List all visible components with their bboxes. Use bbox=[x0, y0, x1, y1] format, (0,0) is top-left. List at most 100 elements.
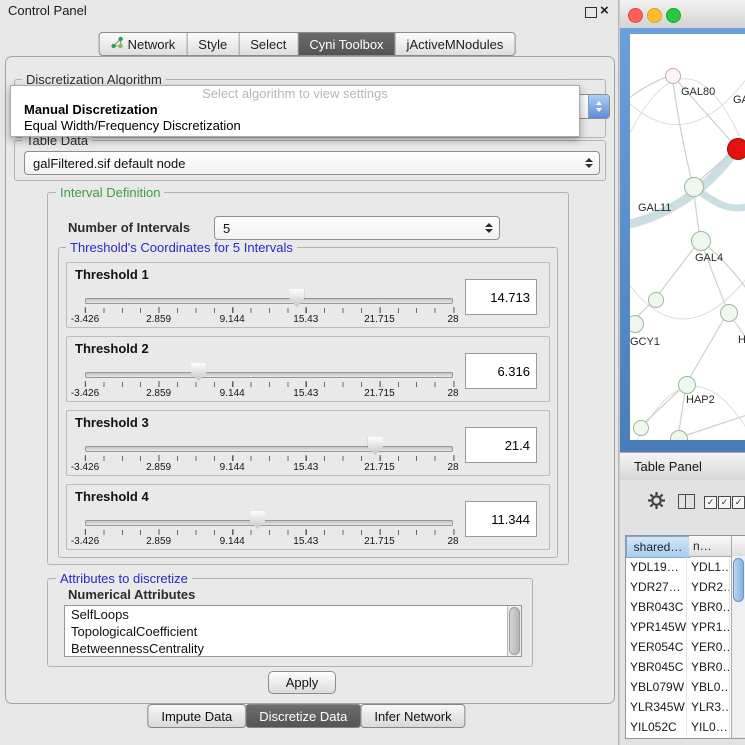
table-data-combobox[interactable]: galFiltered.sif default node bbox=[24, 151, 600, 175]
slider-track[interactable] bbox=[85, 446, 453, 452]
threshold-1-slider[interactable]: -3.426 2.859 9.144 15.43 21.715 28 bbox=[85, 293, 453, 327]
threshold-1-label: Threshold 1 bbox=[75, 267, 149, 282]
table-row[interactable]: YIL052CYIL0… bbox=[626, 717, 730, 737]
node-label: GCY1 bbox=[630, 336, 660, 348]
slider-track[interactable] bbox=[85, 520, 453, 526]
slider-scale: -3.426 2.859 9.144 15.43 21.715 28 bbox=[85, 314, 453, 326]
table-row[interactable]: YBR045CYBR0… bbox=[626, 657, 730, 677]
node-label: HAP2 bbox=[686, 394, 715, 406]
tab-jactivemnodules[interactable]: jActiveMNodules bbox=[395, 33, 515, 55]
attributes-group-label: Attributes to discretize bbox=[56, 571, 192, 586]
table-panel-header: Table Panel bbox=[620, 452, 745, 482]
tab-network-label: Network bbox=[128, 37, 176, 52]
tab-select[interactable]: Select bbox=[238, 33, 297, 55]
slider-thumb[interactable] bbox=[191, 363, 206, 381]
apply-button[interactable]: Apply bbox=[268, 671, 336, 694]
list-scrollbar[interactable] bbox=[507, 606, 521, 656]
table-row[interactable]: YDL19…YDL1… bbox=[626, 557, 730, 577]
table-scrollbar[interactable] bbox=[731, 556, 745, 738]
close-icon[interactable]: × bbox=[600, 1, 609, 21]
numerical-attributes-label: Numerical Attributes bbox=[64, 587, 199, 602]
number-of-intervals-combobox[interactable]: 5 bbox=[214, 216, 500, 240]
table-row[interactable]: YPR145WYPR1… bbox=[626, 617, 730, 637]
combobox-arrows-icon bbox=[485, 223, 493, 233]
network-node[interactable] bbox=[648, 292, 664, 308]
combobox-arrows-icon bbox=[585, 158, 593, 168]
threshold-3-value-field[interactable]: 21.4 bbox=[465, 427, 537, 463]
network-node[interactable] bbox=[684, 177, 704, 197]
thresholds-group-label: Threshold's Coordinates for 5 Intervals bbox=[66, 240, 297, 255]
float-window-icon[interactable] bbox=[585, 7, 597, 18]
threshold-2-label: Threshold 2 bbox=[75, 341, 149, 356]
number-of-intervals-value: 5 bbox=[223, 221, 230, 236]
tab-infer-network[interactable]: Infer Network bbox=[360, 704, 465, 728]
column-header-name[interactable]: n… bbox=[689, 536, 735, 557]
scrollbar-thumb[interactable] bbox=[509, 607, 520, 655]
threshold-2-slider[interactable]: -3.426 2.859 9.144 15.43 21.715 28 bbox=[85, 367, 453, 401]
gear-icon[interactable] bbox=[648, 492, 665, 509]
slider-ticks bbox=[85, 456, 453, 461]
slider-thumb[interactable] bbox=[289, 289, 304, 307]
algorithm-popup-hint: Select algorithm to view settings bbox=[11, 86, 579, 102]
scrollbar-thumb[interactable] bbox=[733, 558, 744, 602]
node-table: shared… n… YDL19…YDL1… YDR27…YDR2… YBR04… bbox=[625, 535, 745, 739]
table-row[interactable]: YBL079WYBL0… bbox=[626, 677, 730, 697]
select-all-check-icon[interactable]: ✓ bbox=[704, 496, 717, 509]
network-node[interactable] bbox=[678, 376, 696, 394]
slider-scale: -3.426 2.859 9.144 15.43 21.715 28 bbox=[85, 536, 453, 548]
slider-thumb[interactable] bbox=[368, 437, 383, 455]
tab-network[interactable]: Network bbox=[100, 33, 187, 55]
node-label: GAL4 bbox=[695, 252, 723, 264]
table-row[interactable]: YBR043CYBR0… bbox=[626, 597, 730, 617]
control-panel-tabbar: Network Style Select Cyni Toolbox jActiv… bbox=[99, 32, 516, 56]
list-item[interactable]: SelfLoops bbox=[65, 606, 521, 623]
threshold-1-value-field[interactable]: 14.713 bbox=[465, 279, 537, 315]
network-node[interactable] bbox=[691, 231, 711, 251]
numerical-attributes-list: SelfLoops TopologicalCoefficient Between… bbox=[64, 605, 522, 657]
slider-scale: -3.426 2.859 9.144 15.43 21.715 28 bbox=[85, 462, 453, 474]
columns-icon[interactable] bbox=[678, 494, 695, 509]
column-header-shared-name[interactable]: shared… bbox=[626, 536, 690, 558]
slider-thumb[interactable] bbox=[250, 511, 265, 529]
threshold-4-slider[interactable]: -3.426 2.859 9.144 15.43 21.715 28 bbox=[85, 515, 453, 549]
algorithm-option-manual[interactable]: Manual Discretization bbox=[11, 102, 579, 118]
threshold-4-label: Threshold 4 bbox=[75, 489, 149, 504]
tab-style[interactable]: Style bbox=[186, 33, 238, 55]
algorithm-dropdown-popup: Select algorithm to view settings Manual… bbox=[10, 85, 580, 137]
table-row[interactable]: YLR345WYLR3… bbox=[626, 697, 730, 717]
number-of-intervals-label: Number of Intervals bbox=[64, 220, 194, 235]
select-none-check-icon[interactable]: ✓ bbox=[718, 496, 731, 509]
slider-ticks bbox=[85, 308, 453, 313]
slider-track[interactable] bbox=[85, 298, 453, 304]
slider-track[interactable] bbox=[85, 372, 453, 378]
table-row[interactable]: YER054CYER0… bbox=[626, 637, 730, 657]
node-label: H bbox=[738, 334, 745, 346]
filter-check-icon[interactable]: ✓ bbox=[732, 496, 745, 509]
control-panel: Control Panel × Network Style Select Cyn… bbox=[0, 0, 619, 745]
network-node[interactable] bbox=[665, 68, 681, 84]
threshold-4-value-field[interactable]: 11.344 bbox=[465, 501, 537, 537]
bottom-tabbar: Impute Data Discretize Data Infer Networ… bbox=[148, 704, 465, 728]
network-canvas[interactable]: GAL80 GA GAL11 GAL4 GCY1 HAP2 H bbox=[630, 34, 745, 440]
algorithm-option-equal-width[interactable]: Equal Width/Frequency Discretization bbox=[11, 118, 579, 134]
table-header-corner bbox=[731, 536, 745, 557]
threshold-2-panel: Threshold 2 -3.426 2.859 9.144 15.43 21.… bbox=[66, 336, 550, 402]
network-node-selected[interactable] bbox=[727, 138, 745, 160]
list-item[interactable]: BetweennessCentrality bbox=[65, 640, 521, 657]
zoom-traffic-light[interactable] bbox=[666, 8, 681, 23]
threshold-3-slider[interactable]: -3.426 2.859 9.144 15.43 21.715 28 bbox=[85, 441, 453, 475]
threshold-3-panel: Threshold 3 -3.426 2.859 9.144 15.43 21.… bbox=[66, 410, 550, 476]
slider-ticks bbox=[85, 530, 453, 535]
threshold-2-value-field[interactable]: 6.316 bbox=[465, 353, 537, 389]
close-traffic-light[interactable] bbox=[628, 8, 643, 23]
network-icon bbox=[111, 36, 124, 52]
tab-discretize-data[interactable]: Discretize Data bbox=[245, 704, 361, 728]
network-node[interactable] bbox=[633, 420, 649, 436]
list-item[interactable]: TopologicalCoefficient bbox=[65, 623, 521, 640]
network-node[interactable] bbox=[720, 304, 738, 322]
tab-impute-data[interactable]: Impute Data bbox=[147, 704, 246, 728]
minimize-traffic-light[interactable] bbox=[647, 8, 662, 23]
table-row[interactable]: YDR27…YDR2… bbox=[626, 577, 730, 597]
node-label: GAL80 bbox=[681, 86, 715, 98]
tab-cyni-toolbox[interactable]: Cyni Toolbox bbox=[297, 33, 394, 55]
